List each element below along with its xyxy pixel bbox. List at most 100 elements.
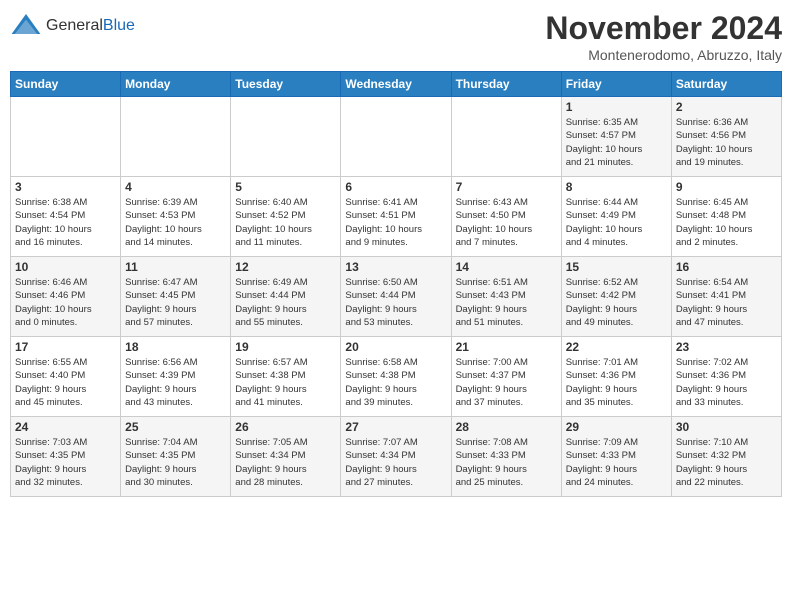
day-number: 8 (566, 180, 667, 194)
day-info: Sunrise: 6:56 AM Sunset: 4:39 PM Dayligh… (125, 356, 226, 409)
logo-text: GeneralBlue (46, 17, 135, 35)
week-row-1: 1 Sunrise: 6:35 AM Sunset: 4:57 PM Daylig… (11, 97, 782, 177)
dow-sunday: Sunday (11, 72, 121, 97)
calendar-cell: 15 Sunrise: 6:52 AM Sunset: 4:42 PM Dayli… (561, 257, 671, 337)
day-number: 24 (15, 420, 116, 434)
day-number: 23 (676, 340, 777, 354)
calendar-cell: 29 Sunrise: 7:09 AM Sunset: 4:33 PM Dayli… (561, 417, 671, 497)
day-number: 3 (15, 180, 116, 194)
day-number: 17 (15, 340, 116, 354)
day-number: 27 (345, 420, 446, 434)
logo-general: General (46, 17, 103, 35)
day-info: Sunrise: 6:36 AM Sunset: 4:56 PM Dayligh… (676, 116, 777, 169)
title-block: November 2024 Montenerodomo, Abruzzo, It… (545, 10, 782, 63)
calendar-cell: 20 Sunrise: 6:58 AM Sunset: 4:38 PM Dayli… (341, 337, 451, 417)
calendar-cell: 14Sunrise: 6:51 AM Sunset: 4:43 PM Dayli… (451, 257, 561, 337)
calendar-cell: 27 Sunrise: 7:07 AM Sunset: 4:34 PM Dayli… (341, 417, 451, 497)
day-number: 21 (456, 340, 557, 354)
day-info: Sunrise: 7:09 AM Sunset: 4:33 PM Dayligh… (566, 436, 667, 489)
day-number: 16 (676, 260, 777, 274)
month-title: November 2024 (545, 10, 782, 47)
day-number: 22 (566, 340, 667, 354)
day-info: Sunrise: 6:41 AM Sunset: 4:51 PM Dayligh… (345, 196, 446, 249)
day-number: 9 (676, 180, 777, 194)
day-number: 19 (235, 340, 336, 354)
days-of-week-header: SundayMondayTuesdayWednesdayThursdayFrid… (11, 72, 782, 97)
day-number: 6 (345, 180, 446, 194)
page-header: GeneralBlue November 2024 Montenerodomo,… (10, 10, 782, 63)
calendar-cell: 6 Sunrise: 6:41 AM Sunset: 4:51 PM Daylig… (341, 177, 451, 257)
location: Montenerodomo, Abruzzo, Italy (545, 47, 782, 63)
day-info: Sunrise: 6:57 AM Sunset: 4:38 PM Dayligh… (235, 356, 336, 409)
day-info: Sunrise: 6:52 AM Sunset: 4:42 PM Dayligh… (566, 276, 667, 329)
calendar-cell: 25Sunrise: 7:04 AM Sunset: 4:35 PM Dayli… (121, 417, 231, 497)
day-info: Sunrise: 6:46 AM Sunset: 4:46 PM Dayligh… (15, 276, 116, 329)
day-info: Sunrise: 6:47 AM Sunset: 4:45 PM Dayligh… (125, 276, 226, 329)
day-number: 28 (456, 420, 557, 434)
day-info: Sunrise: 7:02 AM Sunset: 4:36 PM Dayligh… (676, 356, 777, 409)
day-info: Sunrise: 7:07 AM Sunset: 4:34 PM Dayligh… (345, 436, 446, 489)
day-number: 2 (676, 100, 777, 114)
day-number: 13 (345, 260, 446, 274)
day-info: Sunrise: 7:04 AM Sunset: 4:35 PM Dayligh… (125, 436, 226, 489)
calendar-cell (11, 97, 121, 177)
calendar-cell: 5 Sunrise: 6:40 AM Sunset: 4:52 PM Daylig… (231, 177, 341, 257)
day-number: 4 (125, 180, 226, 194)
dow-thursday: Thursday (451, 72, 561, 97)
dow-tuesday: Tuesday (231, 72, 341, 97)
calendar-cell: 1 Sunrise: 6:35 AM Sunset: 4:57 PM Daylig… (561, 97, 671, 177)
calendar-cell: 22 Sunrise: 7:01 AM Sunset: 4:36 PM Dayli… (561, 337, 671, 417)
day-info: Sunrise: 6:50 AM Sunset: 4:44 PM Dayligh… (345, 276, 446, 329)
dow-saturday: Saturday (671, 72, 781, 97)
calendar-cell: 19 Sunrise: 6:57 AM Sunset: 4:38 PM Dayli… (231, 337, 341, 417)
calendar-cell: 12 Sunrise: 6:49 AM Sunset: 4:44 PM Dayli… (231, 257, 341, 337)
dow-monday: Monday (121, 72, 231, 97)
day-number: 12 (235, 260, 336, 274)
day-info: Sunrise: 6:44 AM Sunset: 4:49 PM Dayligh… (566, 196, 667, 249)
week-row-3: 10 Sunrise: 6:46 AM Sunset: 4:46 PM Dayli… (11, 257, 782, 337)
day-info: Sunrise: 6:54 AM Sunset: 4:41 PM Dayligh… (676, 276, 777, 329)
day-number: 1 (566, 100, 667, 114)
calendar-cell: 24 Sunrise: 7:03 AM Sunset: 4:35 PM Dayli… (11, 417, 121, 497)
calendar-table: SundayMondayTuesdayWednesdayThursdayFrid… (10, 71, 782, 497)
calendar-cell: 8 Sunrise: 6:44 AM Sunset: 4:49 PM Daylig… (561, 177, 671, 257)
day-number: 15 (566, 260, 667, 274)
day-number: 20 (345, 340, 446, 354)
day-info: Sunrise: 7:03 AM Sunset: 4:35 PM Dayligh… (15, 436, 116, 489)
day-number: 7 (456, 180, 557, 194)
week-row-5: 24 Sunrise: 7:03 AM Sunset: 4:35 PM Dayli… (11, 417, 782, 497)
calendar-cell: 23 Sunrise: 7:02 AM Sunset: 4:36 PM Dayli… (671, 337, 781, 417)
day-number: 10 (15, 260, 116, 274)
calendar-cell: 26Sunrise: 7:05 AM Sunset: 4:34 PM Dayli… (231, 417, 341, 497)
day-info: Sunrise: 6:38 AM Sunset: 4:54 PM Dayligh… (15, 196, 116, 249)
calendar-cell: 17 Sunrise: 6:55 AM Sunset: 4:40 PM Dayli… (11, 337, 121, 417)
day-info: Sunrise: 6:39 AM Sunset: 4:53 PM Dayligh… (125, 196, 226, 249)
day-number: 29 (566, 420, 667, 434)
calendar-cell: 2 Sunrise: 6:36 AM Sunset: 4:56 PM Daylig… (671, 97, 781, 177)
logo-blue: Blue (103, 17, 135, 35)
day-number: 18 (125, 340, 226, 354)
calendar-cell (121, 97, 231, 177)
calendar-cell: 9Sunrise: 6:45 AM Sunset: 4:48 PM Daylig… (671, 177, 781, 257)
week-row-4: 17 Sunrise: 6:55 AM Sunset: 4:40 PM Dayli… (11, 337, 782, 417)
day-number: 30 (676, 420, 777, 434)
calendar-cell: 18 Sunrise: 6:56 AM Sunset: 4:39 PM Dayli… (121, 337, 231, 417)
day-info: Sunrise: 6:43 AM Sunset: 4:50 PM Dayligh… (456, 196, 557, 249)
calendar-cell (231, 97, 341, 177)
day-info: Sunrise: 6:40 AM Sunset: 4:52 PM Dayligh… (235, 196, 336, 249)
day-info: Sunrise: 7:01 AM Sunset: 4:36 PM Dayligh… (566, 356, 667, 409)
day-info: Sunrise: 6:55 AM Sunset: 4:40 PM Dayligh… (15, 356, 116, 409)
day-info: Sunrise: 7:10 AM Sunset: 4:32 PM Dayligh… (676, 436, 777, 489)
calendar-cell: 16 Sunrise: 6:54 AM Sunset: 4:41 PM Dayli… (671, 257, 781, 337)
logo: GeneralBlue (10, 10, 135, 42)
day-number: 26 (235, 420, 336, 434)
day-info: Sunrise: 6:49 AM Sunset: 4:44 PM Dayligh… (235, 276, 336, 329)
day-info: Sunrise: 7:00 AM Sunset: 4:37 PM Dayligh… (456, 356, 557, 409)
day-info: Sunrise: 6:58 AM Sunset: 4:38 PM Dayligh… (345, 356, 446, 409)
day-info: Sunrise: 6:35 AM Sunset: 4:57 PM Dayligh… (566, 116, 667, 169)
calendar-cell: 7 Sunrise: 6:43 AM Sunset: 4:50 PM Daylig… (451, 177, 561, 257)
day-number: 5 (235, 180, 336, 194)
calendar-cell: 10 Sunrise: 6:46 AM Sunset: 4:46 PM Dayli… (11, 257, 121, 337)
day-info: Sunrise: 7:08 AM Sunset: 4:33 PM Dayligh… (456, 436, 557, 489)
calendar-cell: 28 Sunrise: 7:08 AM Sunset: 4:33 PM Dayli… (451, 417, 561, 497)
